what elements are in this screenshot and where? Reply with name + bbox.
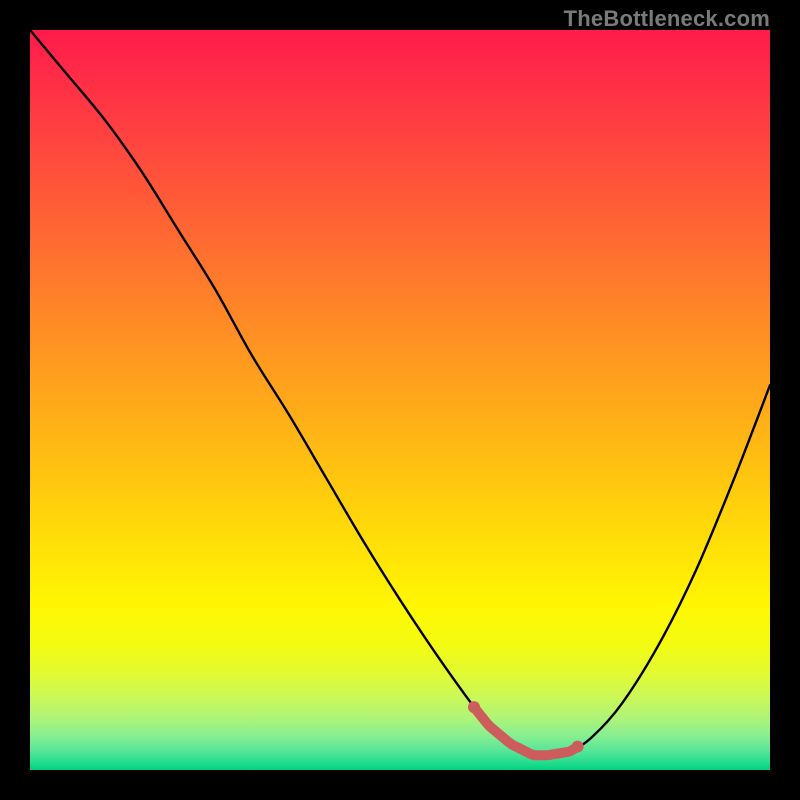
optimal-range-start-dot: [468, 701, 480, 713]
curve-layer: [30, 30, 770, 770]
chart-stage: TheBottleneck.com: [0, 0, 800, 800]
watermark-text: TheBottleneck.com: [564, 6, 770, 32]
optimal-range-end-dot: [572, 741, 584, 753]
plot-area: [30, 30, 770, 770]
optimal-range-highlight: [474, 707, 578, 755]
bottleneck-curve: [30, 30, 770, 756]
